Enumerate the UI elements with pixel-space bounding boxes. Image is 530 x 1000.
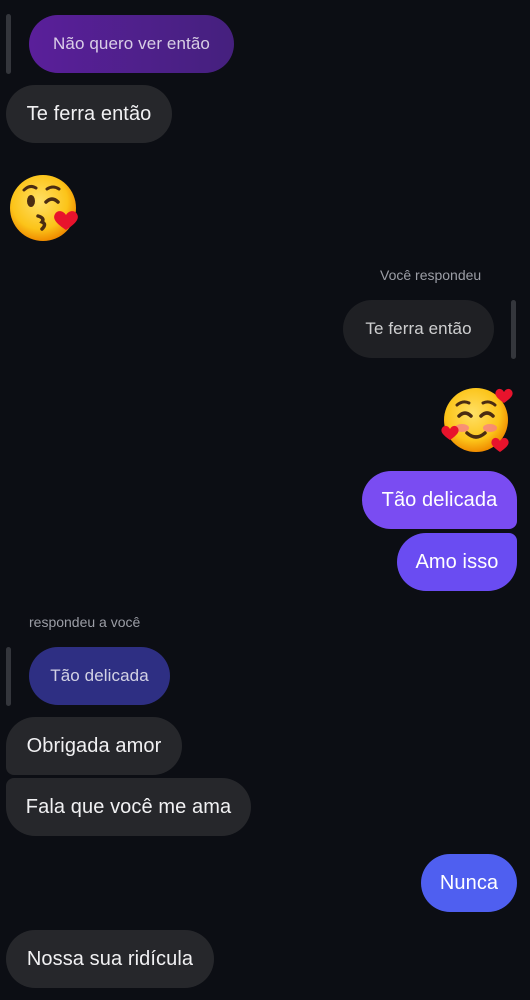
reply-indicator-bar — [6, 14, 11, 74]
chat-thread[interactable]: Não quero ver então Te ferra então Você … — [0, 0, 530, 1000]
reply-quote-bubble[interactable]: Não quero ver então — [29, 15, 234, 73]
reply-quote-bubble[interactable]: Tão delicada — [29, 647, 170, 705]
reply-label: respondeu a você — [29, 614, 141, 630]
message-text: Nunca — [439, 871, 499, 894]
reply-label: Você respondeu — [380, 267, 482, 283]
reply-quote-text: Tão delicada — [50, 666, 149, 685]
incoming-message[interactable]: Nossa sua ridícula — [6, 930, 214, 988]
message-text: Fala que você me ama — [25, 795, 232, 818]
message-text: Obrigada amor — [26, 734, 162, 757]
smiling-face-with-hearts-emoji[interactable] — [440, 382, 514, 456]
message-text: Amo isso — [415, 550, 499, 573]
incoming-message[interactable]: Te ferra então — [6, 85, 172, 143]
incoming-message[interactable]: Fala que você me ama — [6, 778, 251, 836]
outgoing-message[interactable]: Amo isso — [397, 533, 517, 591]
kissing-face-with-heart-emoji[interactable] — [8, 172, 80, 244]
reply-quote-bubble[interactable]: Te ferra então — [343, 300, 494, 358]
reply-quote-text: Te ferra então — [365, 319, 472, 338]
incoming-message[interactable]: Obrigada amor — [6, 717, 182, 775]
message-text: Tão delicada — [381, 488, 498, 511]
reply-indicator-bar — [511, 300, 516, 359]
outgoing-message[interactable]: Nunca — [421, 854, 517, 912]
message-text: Nossa sua ridícula — [26, 947, 194, 970]
reply-quote-text: Não quero ver então — [53, 34, 210, 53]
reply-indicator-bar — [6, 647, 11, 706]
message-text: Te ferra então — [26, 102, 152, 125]
outgoing-message[interactable]: Tão delicada — [362, 471, 517, 529]
